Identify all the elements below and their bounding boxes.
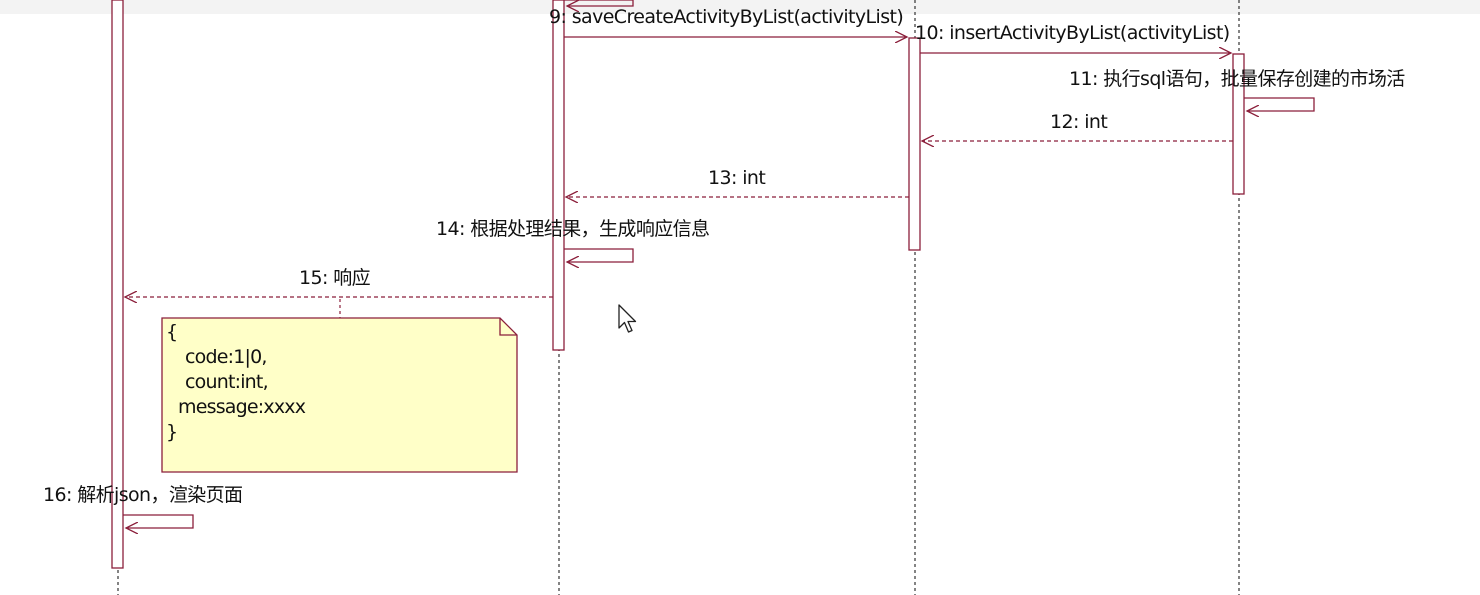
self-message-16-arrow (123, 514, 194, 528)
note-line: count:int, (185, 371, 269, 393)
self-message-14-arrow (564, 248, 634, 262)
self-message-11-arrow (1244, 97, 1315, 111)
message-16-label: 16: 解析json，渲染页面 (43, 484, 243, 506)
note-line: } (166, 421, 178, 443)
message-12-label: 12: int (1050, 111, 1108, 133)
message-15-label: 15: 响应 (299, 267, 371, 289)
note-line: { (166, 321, 178, 343)
activation-browser (111, 0, 124, 569)
note-line: code:1|0, (185, 346, 267, 368)
message-9-label: 9: saveCreateActivityByList(activityList… (549, 6, 904, 28)
message-13-label: 13: int (708, 167, 766, 189)
mouse-pointer-icon (618, 304, 637, 333)
activation-service (908, 37, 921, 251)
activation-controller (552, 0, 565, 351)
message-14-label: 14: 根据处理结果，生成响应信息 (436, 218, 710, 240)
note-line: message:xxxx (178, 396, 306, 418)
message-11-label: 11: 执行sql语句，批量保存创建的市场活 (1069, 68, 1405, 90)
response-note: { code:1|0, count:int, message:xxxx } (162, 318, 517, 472)
message-10-label: 10: insertActivityByList(activityList) (915, 22, 1230, 44)
